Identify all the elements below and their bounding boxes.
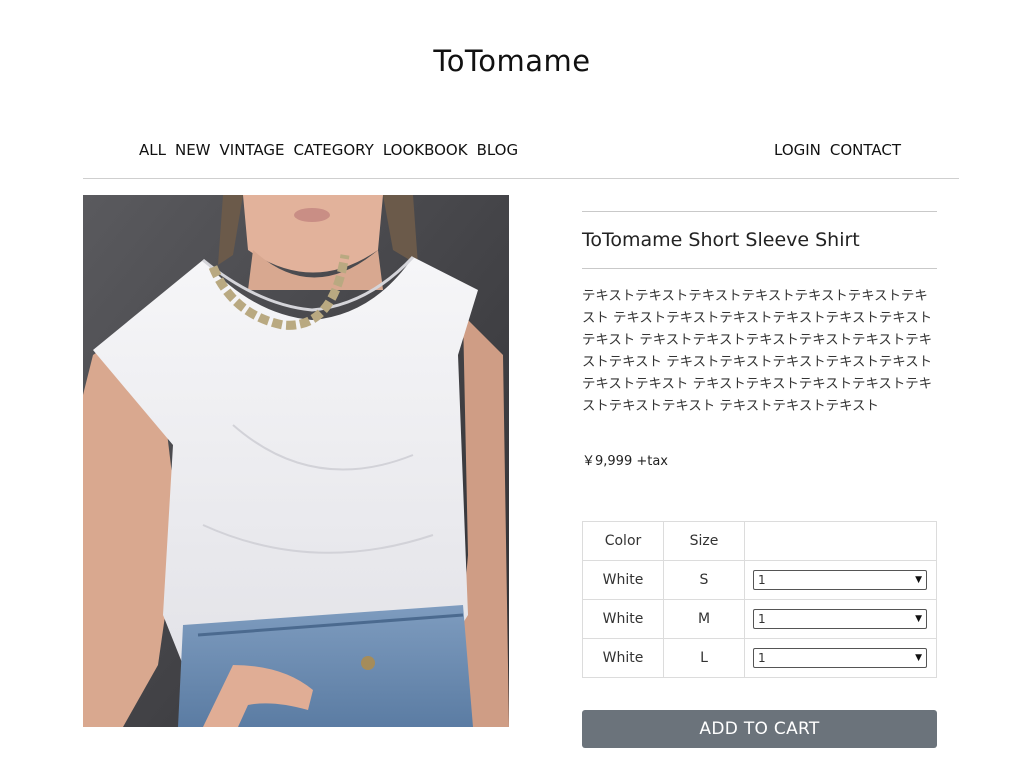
- account-nav: LOGIN CONTACT: [774, 141, 901, 159]
- column-header-color: Color: [582, 521, 664, 561]
- quantity-cell: 1 ▼: [744, 638, 937, 678]
- variant-color: White: [582, 599, 664, 639]
- nav-item-vintage[interactable]: VINTAGE: [220, 141, 285, 159]
- product-page: ToTomame ALL NEW VINTAGE CATEGORY LOOKBO…: [0, 0, 1024, 768]
- product-price: ￥9,999 +tax: [582, 454, 668, 469]
- column-header-size: Size: [663, 521, 745, 561]
- header-divider: [83, 178, 959, 179]
- nav-item-new[interactable]: NEW: [175, 141, 211, 159]
- chevron-down-icon: ▼: [915, 614, 922, 624]
- quantity-select-m[interactable]: 1 ▼: [753, 609, 927, 629]
- nav-item-blog[interactable]: BLOG: [477, 141, 519, 159]
- brand-logo[interactable]: ToTomame: [0, 44, 1024, 78]
- nav-item-lookbook[interactable]: LOOKBOOK: [383, 141, 468, 159]
- product-photo-illustration: [83, 195, 509, 727]
- variant-size: L: [663, 638, 745, 678]
- variant-size: M: [663, 599, 745, 639]
- table-row: White M 1 ▼: [582, 599, 937, 639]
- product-title: ToTomame Short Sleeve Shirt: [582, 229, 860, 251]
- quantity-select-l[interactable]: 1 ▼: [753, 648, 927, 668]
- variant-color: White: [582, 638, 664, 678]
- add-to-cart-button[interactable]: ADD TO CART: [582, 710, 937, 748]
- nav-item-contact[interactable]: CONTACT: [830, 141, 901, 159]
- variant-color: White: [582, 560, 664, 600]
- title-bottom-divider: [582, 268, 937, 269]
- variant-size: S: [663, 560, 745, 600]
- main-nav: ALL NEW VINTAGE CATEGORY LOOKBOOK BLOG: [139, 141, 518, 159]
- quantity-value: 1: [758, 573, 766, 587]
- product-details: ToTomame Short Sleeve Shirt テキストテキストテキスト…: [582, 211, 937, 469]
- quantity-value: 1: [758, 651, 766, 665]
- quantity-cell: 1 ▼: [744, 560, 937, 600]
- variant-table-header: Color Size: [582, 521, 937, 561]
- quantity-select-s[interactable]: 1 ▼: [753, 570, 927, 590]
- chevron-down-icon: ▼: [915, 653, 922, 663]
- variant-table: Color Size White S 1 ▼ White M 1 ▼ White…: [582, 521, 937, 678]
- nav-item-login[interactable]: LOGIN: [774, 141, 821, 159]
- nav-item-category[interactable]: CATEGORY: [294, 141, 374, 159]
- quantity-value: 1: [758, 612, 766, 626]
- column-header-quantity: [744, 521, 937, 561]
- chevron-down-icon: ▼: [915, 575, 922, 585]
- quantity-cell: 1 ▼: [744, 599, 937, 639]
- product-description: テキストテキストテキストテキストテキストテキストテキスト テキストテキストテキス…: [582, 289, 932, 414]
- nav-item-all[interactable]: ALL: [139, 141, 166, 159]
- product-image: [83, 195, 509, 727]
- table-row: White S 1 ▼: [582, 560, 937, 600]
- table-row: White L 1 ▼: [582, 638, 937, 678]
